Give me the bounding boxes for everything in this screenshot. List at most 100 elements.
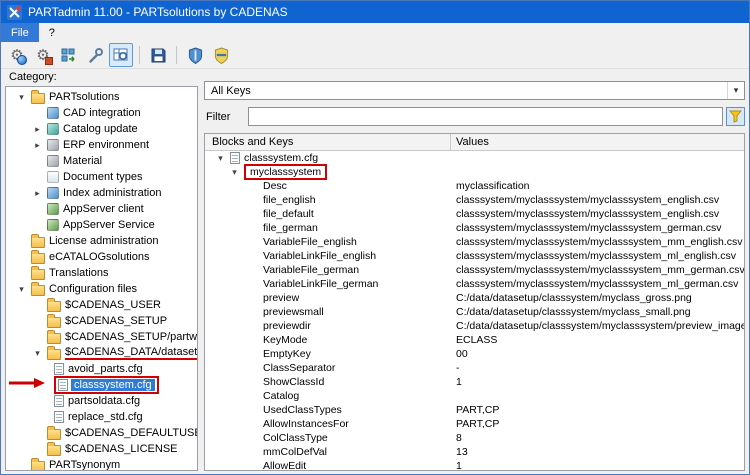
table-row[interactable]: VariableLinkFile_english classsystem/mycl… [205, 249, 744, 263]
table-view-button[interactable] [109, 43, 133, 67]
tree-item-license-administration[interactable]: License administration [6, 233, 197, 249]
tree-item-label: $CADENAS_DEFAULTUSER [65, 427, 198, 439]
annotation-red-box: classsystem.cfg [54, 376, 159, 394]
folder-icon [47, 425, 61, 440]
menu-file[interactable]: File [1, 23, 39, 42]
tree-item-erp-environment[interactable]: ▸ ERP environment [6, 137, 197, 153]
row-value: 13 [456, 446, 468, 458]
table-row[interactable]: VariableLinkFile_german classsystem/mycla… [205, 277, 744, 291]
folder-icon [31, 457, 45, 470]
tree-item-document-types[interactable]: Document types [6, 169, 197, 185]
gear-icon: ⚙ [36, 46, 54, 65]
table-row[interactable]: VariableFile_english classsystem/myclasss… [205, 235, 744, 249]
chevron-down-icon[interactable]: ▾ [727, 82, 744, 99]
table-row[interactable]: mmColDefVal 13 [205, 445, 744, 459]
chevron-down-icon[interactable]: ▾ [32, 348, 43, 358]
tree-item-label: $CADENAS_DATA/datasetup [65, 346, 197, 360]
save-button[interactable] [146, 43, 170, 67]
tree-item-translations[interactable]: Translations [6, 265, 197, 281]
chevron-right-icon[interactable]: ▸ [32, 140, 43, 150]
tree-item-cadenas-setup-partwarehouse[interactable]: $CADENAS_SETUP/partwarehouse [6, 329, 197, 345]
filter-input[interactable] [248, 107, 723, 126]
table-row[interactable]: ▾ classsystem.cfg [205, 151, 744, 165]
menu-help[interactable]: ? [39, 23, 65, 42]
tree-item-cadenas-user[interactable]: $CADENAS_USER [6, 297, 197, 313]
column-header-values[interactable]: Values [451, 134, 744, 150]
config-file-icon [54, 363, 64, 375]
row-value: PART,CP [456, 418, 500, 430]
shield-admin-button[interactable] [209, 43, 233, 67]
tree-item-label: partsoldata.cfg [68, 395, 141, 407]
configuration-button[interactable]: ⚙ [5, 43, 29, 67]
table-row[interactable]: previewdir C:/data/datasetup/classsystem/… [205, 319, 744, 333]
tree-item-label: ERP environment [63, 139, 150, 151]
wrench-icon [88, 47, 103, 63]
tree-item-partsynonym[interactable]: PARTsynonym [6, 457, 197, 470]
table-row[interactable]: ClassSeparator - [205, 361, 744, 375]
table-row[interactable]: VariableFile_german classsystem/myclasssy… [205, 263, 744, 277]
keys-filter-dropdown[interactable]: All Keys ▾ [204, 81, 745, 100]
table-row[interactable]: preview C:/data/datasetup/classsystem/myc… [205, 291, 744, 305]
tree-item-material[interactable]: Material [6, 153, 197, 169]
table-row[interactable]: UsedClassTypes PART,CP [205, 403, 744, 417]
tree-item-cad-integration[interactable]: CAD integration [6, 105, 197, 121]
shield-gold-icon [214, 47, 228, 64]
menu-bar: File ? [1, 23, 749, 42]
tree-item-replace-std-cfg[interactable]: replace_std.cfg [6, 409, 197, 425]
table-row[interactable]: file_german classsystem/myclasssystem/myc… [205, 221, 744, 235]
config-file-icon [58, 379, 68, 391]
table-row[interactable]: ColClassType 8 [205, 431, 744, 445]
cad-integration-icon [47, 107, 59, 119]
table-row[interactable]: file_english classsystem/myclasssystem/my… [205, 193, 744, 207]
row-key: file_german [263, 222, 318, 234]
table-row[interactable]: KeyMode ECLASS [205, 333, 744, 347]
column-header-keys[interactable]: Blocks and Keys [205, 134, 451, 150]
table-row[interactable]: previewsmall C:/data/datasetup/classsyste… [205, 305, 744, 319]
row-key: AllowEdit [263, 460, 307, 471]
row-key: previewdir [263, 320, 311, 332]
chevron-down-icon[interactable]: ▾ [215, 153, 226, 163]
table-row[interactable]: AllowInstancesFor PART,CP [205, 417, 744, 431]
tree-item-partsoldata-cfg[interactable]: partsoldata.cfg [6, 393, 197, 409]
tree-item-cadenas-data-datasetup[interactable]: ▾ $CADENAS_DATA/datasetup [6, 345, 197, 361]
chevron-right-icon[interactable]: ▸ [32, 188, 43, 198]
table-row[interactable]: Desc myclassification [205, 179, 744, 193]
shield-user-button[interactable] [183, 43, 207, 67]
tree-item-catalog-update[interactable]: ▸ Catalog update [6, 121, 197, 137]
tree-item-appserver-client[interactable]: AppServer client [6, 201, 197, 217]
table-row[interactable]: Catalog [205, 389, 744, 403]
table-row[interactable]: AllowEdit 1 [205, 459, 744, 471]
tree-item-cadenas-license[interactable]: $CADENAS_LICENSE [6, 441, 197, 457]
main-area: Category: ▾ PARTsolutions CAD integration… [1, 69, 749, 474]
table-row[interactable]: EmptyKey 00 [205, 347, 744, 361]
table-row[interactable]: ▾ myclasssystem [205, 164, 744, 180]
table-row[interactable]: ShowClassId 1 [205, 375, 744, 389]
tree-item-ecatalogsolutions[interactable]: eCATALOGsolutions [6, 249, 197, 265]
row-key: AllowInstancesFor [263, 418, 349, 430]
chevron-down-icon[interactable]: ▾ [16, 284, 27, 294]
title-bar: PARTadmin 11.00 - PARTsolutions by CADEN… [1, 1, 749, 23]
chevron-down-icon[interactable]: ▾ [16, 92, 27, 102]
config-file-icon [54, 411, 64, 423]
erp-environment-icon [47, 139, 59, 151]
funnel-icon [729, 110, 742, 123]
tools-button[interactable] [83, 43, 107, 67]
tree-item-configuration-files[interactable]: ▾ Configuration files [6, 281, 197, 297]
chevron-right-icon[interactable]: ▸ [32, 124, 43, 134]
index-update-button[interactable] [57, 43, 81, 67]
tree-item-cadenas-defaultuser[interactable]: $CADENAS_DEFAULTUSER [6, 425, 197, 441]
tree-item-avoid-parts-cfg[interactable]: avoid_parts.cfg [6, 361, 197, 377]
table-row[interactable]: file_default classsystem/myclasssystem/my… [205, 207, 744, 221]
chevron-down-icon[interactable]: ▾ [229, 167, 240, 177]
row-value: 8 [456, 432, 462, 444]
apply-filter-button[interactable] [726, 107, 745, 126]
row-value: PART,CP [456, 404, 500, 416]
row-key: ShowClassId [263, 376, 325, 388]
tree-item-index-administration[interactable]: ▸ Index administration [6, 185, 197, 201]
tree-item-appserver-service[interactable]: AppServer Service [6, 217, 197, 233]
category-tree: ▾ PARTsolutions CAD integration ▸ Catalog … [5, 86, 198, 471]
tree-item-partsolutions[interactable]: ▾ PARTsolutions [6, 89, 197, 105]
row-value: - [456, 362, 460, 374]
settings-button[interactable]: ⚙ [31, 43, 55, 67]
tree-item-cadenas-setup[interactable]: $CADENAS_SETUP [6, 313, 197, 329]
